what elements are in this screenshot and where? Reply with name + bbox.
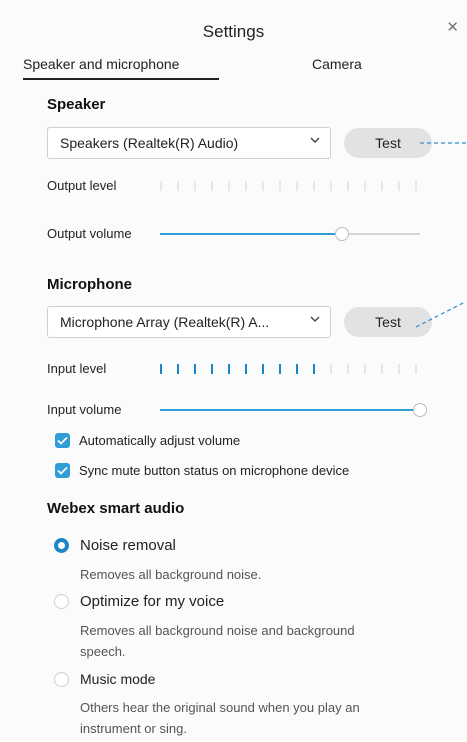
level-tick [415,181,417,191]
level-tick [398,181,400,191]
level-tick [211,364,213,374]
speaker-test-callout-line [420,142,467,144]
level-tick [415,364,417,374]
slider-thumb[interactable] [335,227,349,241]
level-tick [381,181,383,191]
input-volume-label: Input volume [47,402,122,417]
sync-mute-label: Sync mute button status on microphone de… [79,463,350,478]
microphone-test-callout-line [415,301,466,328]
speaker-heading: Speaker [47,96,106,113]
sync-mute-checkbox[interactable] [55,463,70,478]
level-tick [160,364,162,374]
output-level-label: Output level [47,178,117,193]
speaker-device-select[interactable]: Speakers (Realtek(R) Audio) [47,127,331,159]
output-volume-label: Output volume [47,226,132,241]
slider-fill [160,233,335,235]
microphone-device-value: Microphone Array (Realtek(R) A... [60,314,270,330]
level-tick [279,364,281,374]
description-line: instrument or sing. [80,721,187,736]
chevron-down-icon [310,315,320,323]
level-tick [296,181,298,191]
level-tick [313,364,315,374]
description-line: speech. [80,644,126,659]
tab-speaker-and-microphone[interactable]: Speaker and microphone [23,56,179,72]
chevron-down-icon [310,136,320,144]
level-tick [262,364,264,374]
noise-removal-option[interactable]: Noise removal [54,537,176,554]
level-tick [347,181,349,191]
music-mode-description: Others hear the original sound when you … [80,697,360,739]
output-volume-slider[interactable] [160,226,420,242]
auto-adjust-volume-option[interactable]: Automatically adjust volume [55,433,240,448]
optimize-voice-description: Removes all background noise and backgro… [80,620,355,662]
active-tab-indicator [23,78,219,80]
level-tick [330,364,332,374]
sync-mute-option[interactable]: Sync mute button status on microphone de… [55,463,349,478]
level-tick [245,181,247,191]
level-tick [279,181,281,191]
input-level-label: Input level [47,361,107,376]
level-tick [330,181,332,191]
level-tick [398,364,400,374]
description-line: Removes all background noise and backgro… [80,623,355,638]
level-tick [177,181,179,191]
level-tick [228,364,230,374]
close-icon[interactable]: ✕ [446,18,459,36]
optimize-voice-label: Optimize for my voice [80,593,225,610]
input-volume-slider[interactable] [160,402,427,418]
output-level-meter [160,181,430,193]
level-tick [364,364,366,374]
auto-adjust-volume-checkbox[interactable] [55,433,70,448]
input-level-meter [160,364,430,376]
noise-removal-label: Noise removal [80,537,176,554]
level-tick [194,181,196,191]
music-mode-radio[interactable] [54,671,69,687]
level-tick [296,364,298,374]
level-tick [262,181,264,191]
optimize-voice-option[interactable]: Optimize for my voice [54,593,224,610]
slider-thumb[interactable] [413,403,427,417]
level-tick [177,364,179,374]
microphone-device-select[interactable]: Microphone Array (Realtek(R) A... [47,306,331,338]
level-tick [347,364,349,374]
description-line: Removes all background noise. [80,567,262,582]
level-tick [381,364,383,374]
slider-fill [160,409,413,411]
music-mode-option[interactable]: Music mode [54,671,155,687]
level-tick [194,364,196,374]
optimize-voice-radio[interactable] [54,594,69,609]
noise-removal-radio[interactable] [54,538,69,553]
level-tick [364,181,366,191]
auto-adjust-volume-label: Automatically adjust volume [79,433,241,448]
microphone-heading: Microphone [47,276,132,293]
description-line: Others hear the original sound when you … [80,700,360,715]
noise-removal-description: Removes all background noise. [80,564,261,585]
smart-audio-heading: Webex smart audio [47,500,185,517]
level-tick [313,181,315,191]
music-mode-label: Music mode [80,671,156,687]
window-title: Settings [202,22,265,41]
tab-camera[interactable]: Camera [312,56,362,72]
level-tick [211,181,213,191]
level-tick [160,181,162,191]
level-tick [228,181,230,191]
level-tick [245,364,247,374]
speaker-device-value: Speakers (Realtek(R) Audio) [60,135,239,151]
